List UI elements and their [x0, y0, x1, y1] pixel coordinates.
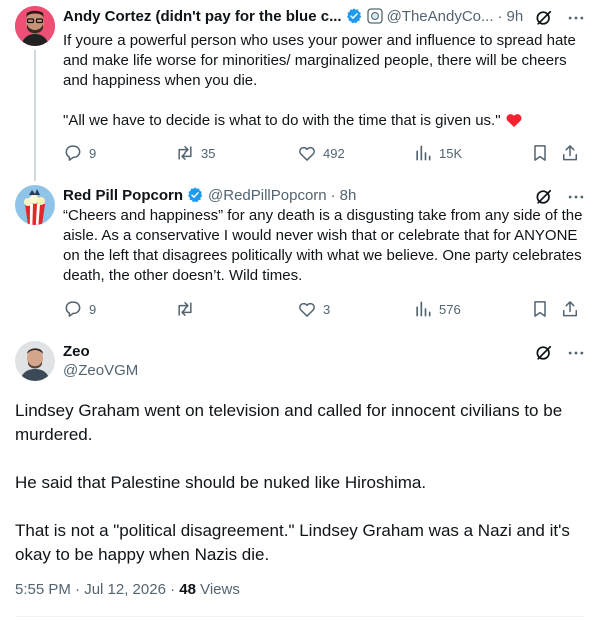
views-icon — [413, 143, 433, 163]
tweet-corner-actions — [534, 8, 586, 28]
like-button[interactable]: 492 — [297, 143, 345, 163]
tweet-red-pill-popcorn[interactable]: Red Pill Popcorn @RedPillPopcorn · 8h “C… — [0, 185, 600, 335]
tweet-time[interactable]: 8h — [340, 187, 357, 204]
tweet-paragraph: That is not a "political disagreement." … — [15, 521, 570, 564]
thread-line — [34, 50, 36, 181]
heart-icon — [297, 299, 317, 319]
repost-button[interactable]: 35 — [175, 143, 215, 163]
tweet-paragraph: "All we have to decide is what to do wit… — [63, 111, 583, 131]
reply-button[interactable]: 9 — [63, 299, 96, 319]
quote-text: "All we have to decide is what to do wit… — [63, 112, 501, 129]
views-label: Views — [195, 581, 240, 598]
repost-count: 35 — [201, 145, 216, 161]
view-count: 576 — [439, 301, 461, 317]
repost-icon — [175, 299, 195, 319]
like-count: 3 — [323, 301, 331, 317]
author-handle[interactable]: @ZeoVGM — [63, 362, 138, 379]
author-name[interactable]: Red Pill Popcorn — [63, 187, 183, 204]
bookmark-icon — [530, 299, 550, 319]
verified-badge-icon — [345, 7, 363, 25]
affiliate-badge-icon — [366, 8, 383, 24]
separator-dot: · — [497, 7, 503, 25]
avatar[interactable] — [15, 185, 55, 225]
share-icon — [560, 299, 580, 319]
verified-badge-icon — [186, 186, 204, 204]
repost-button[interactable] — [175, 299, 201, 319]
views-icon — [413, 299, 433, 319]
tweet-text: Lindsey Graham went on television and ca… — [15, 399, 590, 591]
view-count: 15K — [439, 145, 463, 161]
separator-dot: · — [330, 186, 336, 204]
bookmark-button[interactable] — [530, 143, 556, 163]
view-count: 48 — [179, 581, 196, 598]
tweet-metadata: 5:55 PM · Jul 12, 2026 · 48 Views — [15, 581, 240, 598]
share-icon — [560, 143, 580, 163]
tweet-actions: 9 35 492 15K — [63, 143, 583, 163]
repost-icon — [175, 143, 195, 163]
reply-icon — [63, 143, 83, 163]
like-count: 492 — [323, 145, 345, 161]
author-handle[interactable]: @RedPillPopcorn — [208, 187, 327, 204]
reply-icon — [63, 299, 83, 319]
grok-icon[interactable] — [534, 187, 554, 207]
tweet-text: “Cheers and happiness” for any death is … — [63, 206, 583, 286]
tweet-paragraph: If youre a powerful person who uses your… — [63, 32, 576, 89]
bookmark-icon — [530, 143, 550, 163]
avatar[interactable] — [15, 341, 55, 381]
share-button[interactable] — [560, 299, 586, 319]
share-button[interactable] — [560, 143, 586, 163]
divider — [15, 616, 585, 617]
tweet-time[interactable]: 9h — [507, 8, 524, 25]
tweet-corner-actions — [534, 187, 586, 207]
more-icon[interactable] — [566, 343, 586, 363]
tweet-andy-cortez[interactable]: Andy Cortez (didn't pay for the blue c..… — [0, 6, 600, 181]
tweet-corner-actions — [534, 343, 586, 363]
author-name[interactable]: Andy Cortez (didn't pay for the blue c..… — [63, 8, 342, 25]
grok-icon[interactable] — [534, 343, 554, 363]
tweet-header: Andy Cortez (didn't pay for the blue c..… — [63, 6, 523, 26]
tweet-paragraph: “Cheers and happiness” for any death is … — [63, 207, 583, 284]
tweet-actions: 9 3 576 — [63, 299, 583, 319]
author-handle[interactable]: @TheAndyCo... — [387, 8, 494, 25]
reply-count: 9 — [89, 145, 97, 161]
reply-button[interactable]: 9 — [63, 143, 96, 163]
tweet-header: Red Pill Popcorn @RedPillPopcorn · 8h — [63, 185, 356, 205]
tweet-timestamp[interactable]: 5:55 PM · Jul 12, 2026 · — [15, 581, 179, 598]
views-button[interactable]: 576 — [413, 299, 461, 319]
red-heart-icon — [505, 111, 523, 128]
bookmark-button[interactable] — [530, 299, 556, 319]
like-button[interactable]: 3 — [297, 299, 330, 319]
tweet-paragraph: He said that Palestine should be nuked l… — [15, 473, 427, 492]
grok-icon[interactable] — [534, 8, 554, 28]
views-button[interactable]: 15K — [413, 143, 462, 163]
tweet-paragraph: Lindsey Graham went on television and ca… — [15, 401, 563, 444]
author-name[interactable]: Zeo — [63, 343, 90, 360]
more-icon[interactable] — [566, 8, 586, 28]
tweet-text: If youre a powerful person who uses your… — [63, 31, 583, 131]
more-icon[interactable] — [566, 187, 586, 207]
reply-count: 9 — [89, 301, 97, 317]
heart-icon — [297, 143, 317, 163]
avatar[interactable] — [15, 6, 55, 46]
